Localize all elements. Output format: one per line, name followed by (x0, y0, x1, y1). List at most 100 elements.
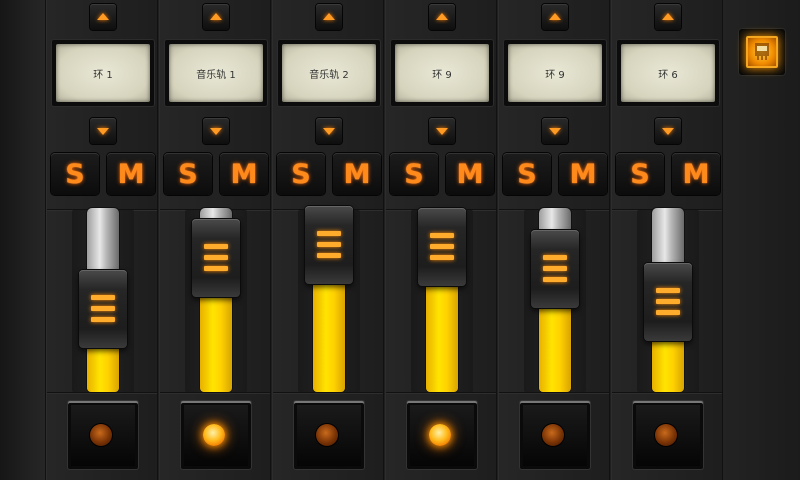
grip-line (543, 277, 567, 282)
divider (273, 392, 383, 393)
fader-knob[interactable] (305, 206, 353, 284)
track-name-display: 音乐轨 2 (282, 44, 376, 102)
up-arrow-icon (97, 13, 109, 20)
left-edge-panel (0, 0, 46, 480)
record-led-icon (655, 424, 677, 446)
level-fill (539, 302, 571, 392)
solo-button[interactable]: S (164, 153, 212, 195)
up-arrow-icon (436, 13, 448, 20)
track-next-button[interactable] (316, 118, 342, 144)
grip-line (543, 255, 567, 260)
record-arm-button[interactable] (633, 401, 703, 469)
down-arrow-icon (210, 128, 222, 135)
divider (386, 392, 496, 393)
mute-button[interactable]: M (220, 153, 268, 195)
grip-line (430, 255, 454, 260)
track-next-button[interactable] (90, 118, 116, 144)
track-next-button[interactable] (429, 118, 455, 144)
level-fill (87, 342, 119, 392)
grip-line (317, 242, 341, 247)
track-next-button[interactable] (655, 118, 681, 144)
grip-line (317, 231, 341, 236)
track-name-display: 环 1 (56, 44, 150, 102)
channel-strip: 环 6 S M (611, 0, 723, 480)
record-arm-button[interactable] (294, 401, 364, 469)
channel-strip: 音乐轨 2 S M (272, 0, 384, 480)
record-led-icon (429, 424, 451, 446)
record-arm-button[interactable] (520, 401, 590, 469)
record-led-icon (203, 424, 225, 446)
track-prev-button[interactable] (90, 4, 116, 30)
channel-strip: 音乐轨 1 S M (159, 0, 271, 480)
grip-line (543, 266, 567, 271)
track-name-display: 音乐轨 1 (169, 44, 263, 102)
mute-button[interactable]: M (559, 153, 607, 195)
track-name-display: 环 6 (621, 44, 715, 102)
track-name-display: 环 9 (508, 44, 602, 102)
solo-button[interactable]: S (277, 153, 325, 195)
up-arrow-icon (662, 13, 674, 20)
grip-line (656, 310, 680, 315)
track-prev-button[interactable] (203, 4, 229, 30)
track-name-display-frame: 环 1 (52, 40, 154, 106)
record-arm-button[interactable] (407, 401, 477, 469)
up-arrow-icon (210, 13, 222, 20)
grip-line (204, 255, 228, 260)
divider (499, 392, 609, 393)
track-prev-button[interactable] (655, 4, 681, 30)
down-arrow-icon (662, 128, 674, 135)
grip-line (317, 253, 341, 258)
up-arrow-icon (549, 13, 561, 20)
solo-button[interactable]: S (616, 153, 664, 195)
grip-line (204, 244, 228, 249)
up-arrow-icon (323, 13, 335, 20)
solo-button[interactable]: S (390, 153, 438, 195)
grip-line (656, 288, 680, 293)
down-arrow-icon (549, 128, 561, 135)
level-fill (652, 335, 684, 392)
grip-line (204, 266, 228, 271)
fader-knob[interactable] (192, 219, 240, 297)
record-led-icon (316, 424, 338, 446)
track-name-display-frame: 环 9 (391, 40, 493, 106)
track-name-display-frame: 音乐轨 1 (165, 40, 267, 106)
record-arm-button[interactable] (68, 401, 138, 469)
fader-knob[interactable] (531, 230, 579, 308)
mute-button[interactable]: M (333, 153, 381, 195)
track-prev-button[interactable] (316, 4, 342, 30)
record-led-icon (542, 424, 564, 446)
grip-line (656, 299, 680, 304)
mute-button[interactable]: M (672, 153, 720, 195)
record-arm-button[interactable] (181, 401, 251, 469)
grip-line (91, 317, 115, 322)
channel-strip: 环 9 S M (385, 0, 497, 480)
level-fill (426, 280, 458, 392)
mute-button[interactable]: M (446, 153, 494, 195)
fader-knob[interactable] (644, 263, 692, 341)
track-name-display-frame: 环 6 (617, 40, 719, 106)
fader-knob[interactable] (418, 208, 466, 286)
solo-button[interactable]: S (51, 153, 99, 195)
level-fill (313, 278, 345, 392)
track-prev-button[interactable] (542, 4, 568, 30)
divider (47, 392, 157, 393)
track-name-display-frame: 音乐轨 2 (278, 40, 380, 106)
track-next-button[interactable] (203, 118, 229, 144)
channel-strip: 环 1 S M (46, 0, 158, 480)
mute-button[interactable]: M (107, 153, 155, 195)
divider (612, 392, 722, 393)
down-arrow-icon (436, 128, 448, 135)
menu-icon (755, 43, 769, 60)
down-arrow-icon (323, 128, 335, 135)
grip-line (430, 233, 454, 238)
track-prev-button[interactable] (429, 4, 455, 30)
fader-knob[interactable] (79, 270, 127, 348)
track-next-button[interactable] (542, 118, 568, 144)
solo-button[interactable]: S (503, 153, 551, 195)
grip-line (91, 295, 115, 300)
divider (160, 392, 270, 393)
level-fill (200, 291, 232, 392)
down-arrow-icon (97, 128, 109, 135)
track-name-display: 环 9 (395, 44, 489, 102)
menu-button[interactable] (739, 29, 785, 75)
